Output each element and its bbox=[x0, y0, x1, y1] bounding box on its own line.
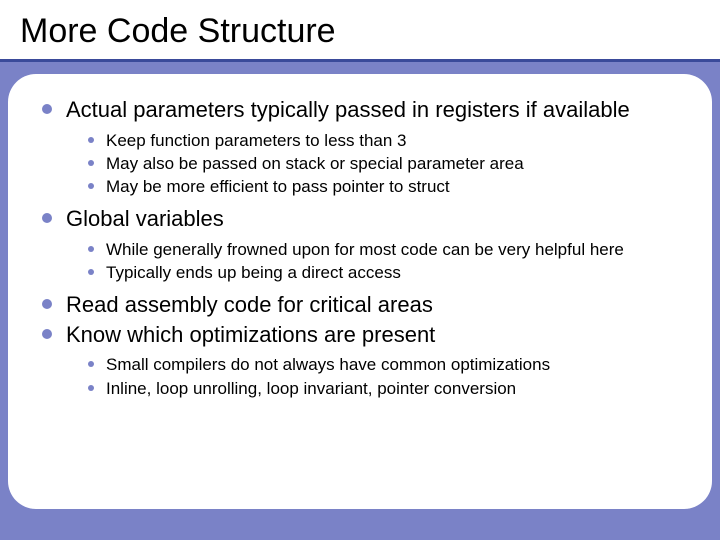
header-band: More Code Structure bbox=[0, 0, 720, 62]
bullet-icon bbox=[42, 329, 52, 339]
bullet-text: Know which optimizations are present bbox=[66, 321, 435, 349]
bullet-icon bbox=[88, 183, 94, 189]
bullet-icon bbox=[88, 385, 94, 391]
sub-bullet-text: Small compilers do not always have commo… bbox=[106, 354, 550, 375]
list-item: May also be passed on stack or special p… bbox=[88, 153, 678, 174]
list-item: Keep function parameters to less than 3 bbox=[88, 130, 678, 151]
bullet-text: Actual parameters typically passed in re… bbox=[66, 96, 630, 124]
sub-bullet-text: May also be passed on stack or special p… bbox=[106, 153, 524, 174]
bullet-text: Global variables bbox=[66, 205, 224, 233]
sub-bullet-text: Typically ends up being a direct access bbox=[106, 262, 401, 283]
slide-title: More Code Structure bbox=[20, 12, 700, 51]
bullet-icon bbox=[88, 269, 94, 275]
bullet-list: Actual parameters typically passed in re… bbox=[42, 96, 678, 399]
sub-bullet-text: May be more efficient to pass pointer to… bbox=[106, 176, 450, 197]
bullet-icon bbox=[42, 299, 52, 309]
slide: More Code Structure Actual parameters ty… bbox=[0, 0, 720, 540]
list-item: May be more efficient to pass pointer to… bbox=[88, 176, 678, 197]
bullet-icon bbox=[88, 246, 94, 252]
bullet-icon bbox=[88, 160, 94, 166]
bullet-icon bbox=[88, 361, 94, 367]
list-item: While generally frowned upon for most co… bbox=[88, 239, 678, 260]
sub-list: Small compilers do not always have commo… bbox=[88, 354, 678, 399]
list-item: Typically ends up being a direct access bbox=[88, 262, 678, 283]
list-item: Global variables While generally frowned… bbox=[42, 205, 678, 283]
bullet-icon bbox=[42, 104, 52, 114]
list-item: Actual parameters typically passed in re… bbox=[42, 96, 678, 197]
bullet-icon bbox=[88, 137, 94, 143]
sub-bullet-text: While generally frowned upon for most co… bbox=[106, 239, 624, 260]
bullet-icon bbox=[42, 213, 52, 223]
sub-list: Keep function parameters to less than 3 … bbox=[88, 130, 678, 198]
content-area: Actual parameters typically passed in re… bbox=[8, 74, 712, 509]
list-item: Know which optimizations are present Sma… bbox=[42, 321, 678, 399]
bullet-text: Read assembly code for critical areas bbox=[66, 291, 433, 319]
sub-bullet-text: Inline, loop unrolling, loop invariant, … bbox=[106, 378, 516, 399]
list-item: Inline, loop unrolling, loop invariant, … bbox=[88, 378, 678, 399]
sub-list: While generally frowned upon for most co… bbox=[88, 239, 678, 284]
sub-bullet-text: Keep function parameters to less than 3 bbox=[106, 130, 407, 151]
list-item: Small compilers do not always have commo… bbox=[88, 354, 678, 375]
list-item: Read assembly code for critical areas bbox=[42, 291, 678, 319]
